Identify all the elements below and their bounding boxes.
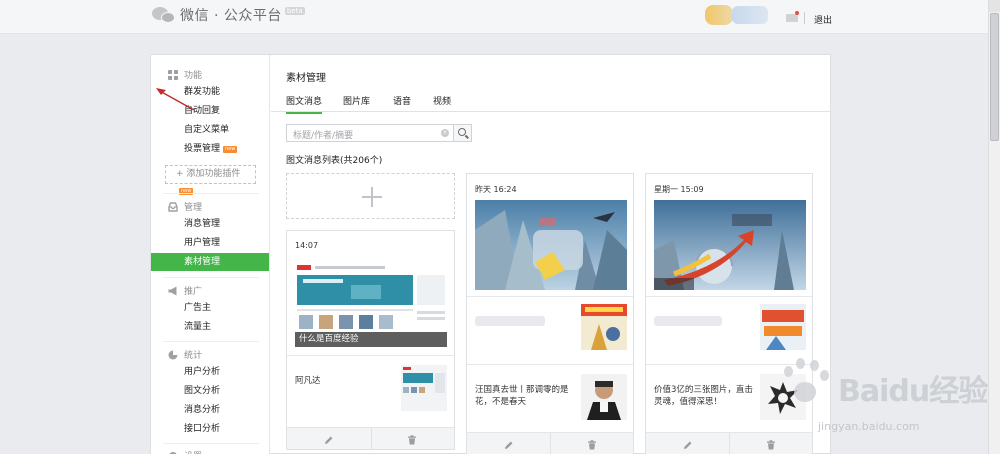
tab-articles[interactable]: 图文消息: [286, 94, 323, 114]
article-list-title: 图文消息列表(共206个): [286, 156, 383, 166]
article-card[interactable]: 14:07 什么是百度经验 阿凡达: [286, 230, 455, 450]
new-badge: new: [223, 146, 238, 153]
sidebar-item-materials[interactable]: 素材管理: [151, 253, 269, 271]
paw-icon: [794, 382, 816, 402]
tab-video[interactable]: 视频: [433, 94, 451, 107]
sidebar: 功能 群发功能 自动回复 自定义菜单 投票管理 new + 添加功能插件new 管…: [151, 55, 270, 454]
watermark-url: jingyan.baidu.com: [818, 420, 920, 433]
search-placeholder: 标题/作者/摘要: [293, 131, 354, 141]
sidebar-section-features: 功能: [168, 68, 202, 81]
sidebar-divider: [163, 341, 259, 342]
pie-chart-icon: [168, 350, 178, 359]
cover-image[interactable]: 什么是百度经验: [295, 261, 447, 347]
article-sub-title[interactable]: 汪国真去世丨那调零的是花，不是春天: [475, 384, 575, 408]
sidebar-item-user-analysis[interactable]: 用户分析: [151, 363, 269, 381]
edit-icon[interactable]: [324, 435, 334, 445]
sidebar-item-label: 投票管理: [184, 144, 221, 154]
card-actions: [287, 427, 454, 449]
cover-image[interactable]: [654, 200, 806, 290]
logout-link[interactable]: 退出: [814, 13, 832, 26]
notification-dot: [795, 11, 799, 15]
sidebar-item-vote-manage[interactable]: 投票管理 new: [151, 140, 269, 158]
sidebar-item-custom-menu[interactable]: 自定义菜单: [151, 121, 269, 139]
sidebar-item-api-analysis[interactable]: 接口分析: [151, 420, 269, 438]
sidebar-section-manage: 管理: [168, 200, 202, 213]
cover-image[interactable]: [475, 200, 627, 290]
article-card[interactable]: 昨天 16:24 汪国真去世丨那调零的是花，不是春天: [466, 173, 634, 454]
add-plugin-label: 添加功能插件: [186, 169, 241, 179]
card-actions: [467, 432, 633, 454]
card-date: 星期一 15:09: [654, 185, 704, 194]
delete-icon[interactable]: [587, 440, 597, 450]
cover-caption: 什么是百度经验: [295, 332, 447, 347]
article-thumbnail: [581, 374, 627, 420]
sidebar-item-users[interactable]: 用户管理: [151, 234, 269, 252]
logo-text: 微信 · 公众平台: [180, 8, 282, 24]
plus-icon: +: [176, 169, 187, 179]
sidebar-section-settings: 设置: [168, 449, 202, 454]
sidebar-section-title: 功能: [184, 71, 203, 81]
inbox-icon: [168, 201, 178, 212]
delete-icon[interactable]: [407, 435, 417, 445]
grid-icon: [168, 69, 178, 80]
sidebar-divider: [163, 443, 259, 444]
sidebar-item-advertiser[interactable]: 广告主: [151, 299, 269, 317]
sidebar-section-title: 管理: [184, 203, 203, 213]
add-article-button[interactable]: [286, 173, 455, 219]
main-panel: 功能 群发功能 自动回复 自定义菜单 投票管理 new + 添加功能插件new 管…: [150, 54, 831, 454]
sidebar-item-messages[interactable]: 消息管理: [151, 215, 269, 233]
card-date: 昨天 16:24: [475, 185, 517, 194]
edit-icon[interactable]: [683, 440, 693, 450]
edit-icon[interactable]: [504, 440, 514, 450]
sidebar-section-promotion: 推广: [168, 284, 202, 297]
mail-icon[interactable]: [786, 14, 798, 22]
search-input[interactable]: 标题/作者/摘要 ×: [286, 124, 454, 142]
globe-arrow-image: [654, 200, 806, 290]
tab-images[interactable]: 图片库: [343, 94, 370, 107]
sidebar-item-publisher[interactable]: 流量主: [151, 318, 269, 336]
city-skyline-image: [475, 200, 627, 290]
article-thumbnail: [401, 365, 447, 411]
page-scrollbar[interactable]: [988, 0, 1000, 454]
article-sub-title[interactable]: 阿凡达: [295, 375, 321, 387]
sidebar-divider: [163, 277, 259, 278]
sidebar-section-title: 设置: [184, 449, 202, 454]
page-title: 素材管理: [286, 73, 326, 84]
wechat-logo[interactable]: 微信 · 公众平台 beta: [152, 5, 305, 25]
avatar[interactable]: [705, 5, 733, 25]
card-date: 14:07: [295, 241, 319, 250]
wechat-logo-icon: [152, 5, 176, 25]
top-bar: 微信 · 公众平台 beta 退出: [0, 0, 988, 34]
sidebar-item-article-analysis[interactable]: 图文分析: [151, 382, 269, 400]
add-plugin-button[interactable]: + 添加功能插件new: [165, 165, 256, 195]
annotation-arrow-icon: [156, 88, 195, 111]
blurred-title: [654, 316, 722, 326]
sidebar-section-title: 推广: [184, 287, 203, 297]
megaphone-icon: [168, 286, 177, 295]
scroll-thumb[interactable]: [990, 13, 999, 141]
header-divider: [804, 12, 805, 24]
content-area: 素材管理 图文消息 图片库 语音 视频 标题/作者/摘要 × 图文消息列表(共2…: [271, 55, 831, 454]
clear-icon[interactable]: ×: [441, 129, 449, 137]
sidebar-divider: [163, 193, 259, 194]
tab-bar: 图文消息 图片库 语音 视频: [271, 87, 831, 114]
watermark-brand: Baidu经验: [838, 374, 988, 409]
article-sub-title[interactable]: 价值3亿的三张图片，直击灵魂，值得深思！: [654, 384, 758, 408]
scroll-up-button[interactable]: [989, 0, 1000, 12]
baidu-watermark: Baidu经验 jingyan.baidu.com: [760, 340, 988, 450]
article-thumbnail: [581, 304, 627, 350]
account-name-blurred[interactable]: [732, 6, 768, 24]
sidebar-section-statistics: 统计: [168, 348, 202, 361]
beta-badge: beta: [284, 7, 305, 15]
search-button[interactable]: [454, 124, 472, 142]
sidebar-item-message-analysis[interactable]: 消息分析: [151, 401, 269, 419]
sidebar-section-title: 统计: [184, 351, 203, 361]
settings-icon: [169, 451, 177, 454]
blurred-title: [475, 316, 545, 326]
tab-voice[interactable]: 语音: [393, 94, 411, 107]
